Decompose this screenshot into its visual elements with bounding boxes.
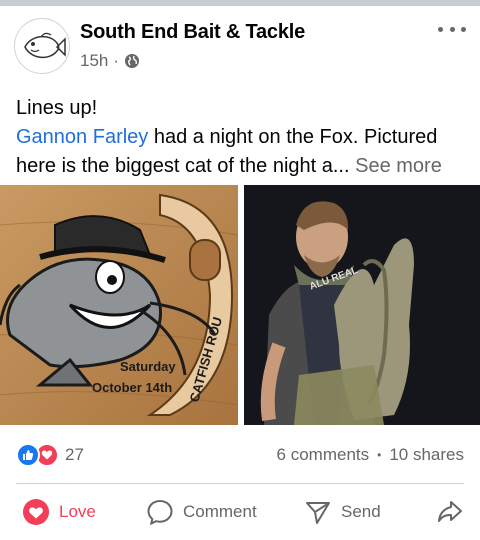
send-button-label: Send <box>341 502 381 521</box>
post-text-line: here is the biggest cat of the night a..… <box>16 152 474 181</box>
comment-button[interactable]: Comment <box>146 498 257 526</box>
stats-separator: • <box>377 448 382 462</box>
post-text-fragment: had a night on the Fox. Pictured <box>148 126 438 148</box>
comment-share-stats: 6 comments • 10 shares <box>277 445 464 465</box>
love-button-label: Love <box>59 502 96 521</box>
engagement-stats: 27 6 comments • 10 shares <box>16 443 464 467</box>
photo-grid: Saturday October 14th CATFISH ROU ALU RE… <box>0 185 480 425</box>
angler-photo-image: ALU REAL <box>244 185 480 425</box>
more-options-icon[interactable] <box>438 19 466 39</box>
post-text-line: Gannon Farley had a night on the Fox. Pi… <box>16 123 474 152</box>
photo-catfish-roundup[interactable]: Saturday October 14th CATFISH ROU <box>0 185 238 425</box>
mention-link[interactable]: Gannon Farley <box>16 126 148 148</box>
shares-count[interactable]: 10 shares <box>389 445 464 465</box>
event-date-text: October 14th <box>92 380 172 395</box>
love-button[interactable]: Love <box>22 498 96 526</box>
page-avatar[interactable] <box>14 18 70 74</box>
send-icon <box>306 502 330 524</box>
comments-count[interactable]: 6 comments <box>277 445 370 465</box>
page-name[interactable]: South End Bait & Tackle <box>80 21 305 44</box>
globe-icon <box>125 54 140 68</box>
top-divider <box>0 0 480 6</box>
reaction-summary[interactable]: 27 <box>16 443 84 467</box>
post-text-fragment: here is the biggest cat of the night a..… <box>16 155 350 177</box>
see-more-link[interactable]: See more <box>350 155 442 177</box>
event-day-text: Saturday <box>120 359 176 374</box>
share-button[interactable] <box>436 498 464 526</box>
post-meta: 15h · <box>80 51 140 71</box>
love-reaction-icon <box>23 499 49 525</box>
post-text-line: Lines up! <box>16 97 98 119</box>
action-divider <box>16 483 464 484</box>
send-button[interactable]: Send <box>304 498 381 526</box>
post-time[interactable]: 15h <box>80 51 108 71</box>
photo-angler-with-catfish[interactable]: ALU REAL <box>244 185 480 425</box>
like-icon <box>16 443 40 467</box>
post-text: Lines up! Gannon Farley had a night on t… <box>16 94 474 181</box>
share-icon <box>438 501 462 522</box>
comment-button-label: Comment <box>183 502 257 521</box>
fish-logo-icon <box>24 32 66 59</box>
action-bar: Love Comment Send <box>0 490 480 534</box>
reaction-count: 27 <box>65 445 84 464</box>
catfish-cartoon-image: Saturday October 14th CATFISH ROU <box>0 185 238 425</box>
meta-separator: · <box>113 51 120 70</box>
comment-icon <box>147 499 173 526</box>
